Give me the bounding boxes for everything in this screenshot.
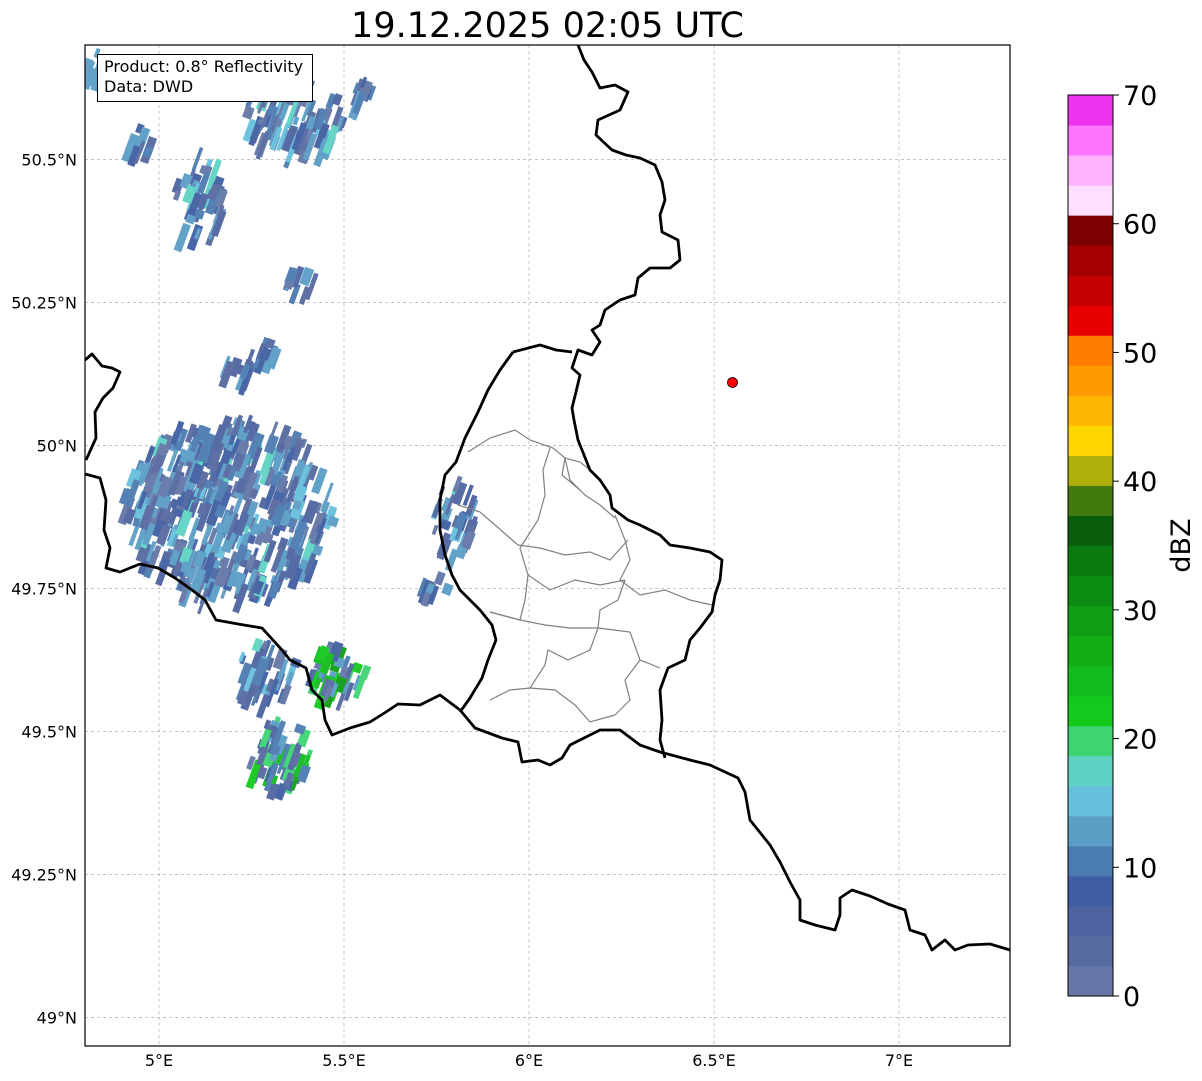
product-info-box: Product: 0.8° Reflectivity Data: DWD bbox=[97, 54, 313, 102]
colorbar-tick-label: 20 bbox=[1123, 725, 1157, 756]
lon-tick-label: 5.5°E bbox=[322, 1051, 366, 1070]
colorbar-unit-label: dBZ bbox=[1166, 518, 1197, 572]
colorbar-segment bbox=[1068, 455, 1113, 486]
lat-tick-label: 49.75°N bbox=[11, 579, 77, 598]
lat-tick-label: 49.5°N bbox=[21, 722, 77, 741]
radar-map: 5°E 5.5°E 6°E 6.5°E 7°E 50.5°N 50.25°N 50°N 49.7… bbox=[11, 44, 1197, 1070]
colorbar-tick-label: 0 bbox=[1123, 982, 1140, 1013]
colorbar-segment bbox=[1068, 485, 1113, 516]
colorbar-tick-label: 60 bbox=[1123, 210, 1157, 241]
colorbar-tick-label: 30 bbox=[1123, 596, 1157, 627]
lat-tick-label: 49.25°N bbox=[11, 865, 77, 884]
lon-tick-label: 6.5°E bbox=[692, 1051, 736, 1070]
district-borders bbox=[457, 429, 713, 723]
colorbar-tick-label: 70 bbox=[1123, 81, 1157, 112]
colorbar-tick-label: 50 bbox=[1123, 338, 1157, 369]
lat-tick-label: 49°N bbox=[37, 1008, 77, 1027]
lon-tick-label: 7°E bbox=[885, 1051, 913, 1070]
colorbar-segment bbox=[1068, 245, 1113, 276]
colorbar-segment bbox=[1068, 215, 1113, 246]
lon-tick-label: 6°E bbox=[515, 1051, 543, 1070]
colorbar-tick-label: 40 bbox=[1123, 467, 1157, 498]
colorbar-segment bbox=[1068, 425, 1113, 456]
colorbar-segment bbox=[1068, 845, 1113, 877]
colorbar-segment bbox=[1068, 365, 1113, 396]
product-label: Product: 0.8° Reflectivity bbox=[104, 57, 304, 76]
colorbar-segment bbox=[1068, 935, 1113, 967]
colorbar-segment bbox=[1068, 725, 1113, 757]
echo-cell bbox=[431, 524, 439, 536]
colorbar-segment bbox=[1068, 275, 1113, 306]
colorbar-segment bbox=[1068, 665, 1113, 697]
colorbar-segment bbox=[1068, 395, 1113, 426]
colorbar-segment bbox=[1068, 185, 1113, 216]
colorbar: 0 10 20 30 40 50 60 70 dBZ bbox=[1067, 81, 1197, 1013]
lat-tick-label: 50°N bbox=[37, 436, 77, 455]
colorbar-segment bbox=[1068, 335, 1113, 366]
colorbar-segment bbox=[1068, 965, 1113, 997]
colorbar-segment bbox=[1068, 95, 1113, 126]
colorbar-segment bbox=[1068, 605, 1113, 637]
lon-tick-label: 5°E bbox=[145, 1051, 173, 1070]
lat-tick-label: 50.5°N bbox=[21, 150, 77, 169]
location-marker bbox=[727, 377, 738, 388]
colorbar-tick-label: 10 bbox=[1123, 853, 1157, 884]
colorbar-segment bbox=[1068, 635, 1113, 667]
data-source-label: Data: DWD bbox=[104, 77, 194, 96]
lat-tick-label: 50.25°N bbox=[11, 293, 77, 312]
colorbar-segment bbox=[1068, 125, 1113, 156]
colorbar-segment bbox=[1068, 815, 1113, 847]
colorbar-segment bbox=[1068, 755, 1113, 787]
axis-tick-labels: 5°E 5.5°E 6°E 6.5°E 7°E 50.5°N 50.25°N 50°N 49.7… bbox=[11, 150, 913, 1070]
colorbar-segment bbox=[1068, 545, 1113, 577]
colorbar-segment bbox=[1068, 695, 1113, 727]
radar-echoes bbox=[85, 47, 479, 801]
colorbar-segment bbox=[1068, 155, 1113, 186]
colorbar-segment bbox=[1068, 785, 1113, 817]
colorbar-segment bbox=[1068, 905, 1113, 937]
colorbar-segment bbox=[1068, 575, 1113, 607]
echo-cell bbox=[433, 570, 446, 586]
colorbar-segment bbox=[1068, 515, 1113, 546]
colorbar-segment bbox=[1068, 875, 1113, 907]
echo-cell bbox=[441, 582, 454, 596]
colorbar-segment bbox=[1068, 305, 1113, 336]
